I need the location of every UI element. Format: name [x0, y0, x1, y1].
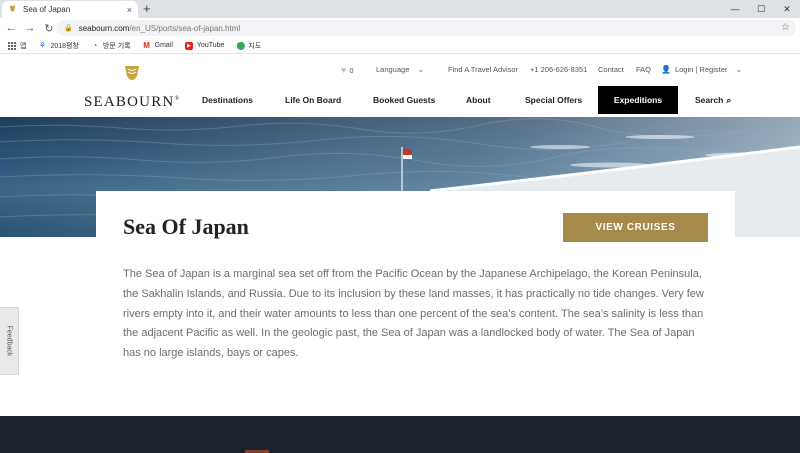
nav-label: About: [466, 95, 491, 105]
bookmark-label: 방문 기록: [102, 42, 131, 50]
browser-tab[interactable]: Sea of Japan ×: [2, 1, 138, 18]
bookmark-history[interactable]: ◔ 방문 기록: [91, 40, 131, 51]
browser-toolbar: ← → ↻ 🔒 seabourn.com /en_US/ports/sea-of…: [0, 18, 800, 38]
seabourn-favicon-icon: [9, 5, 16, 12]
browser-tabstrip: Sea of Japan × + — ☐ ✕: [0, 0, 800, 18]
url-path: /en_US/ports/sea-of-japan.html: [129, 23, 241, 33]
gmail-icon: M: [143, 40, 150, 50]
brand-name: SEABOURN®: [84, 94, 181, 110]
site-header: SEABOURN® ♥ 0 Language ⌄ Find A Travel A…: [0, 55, 800, 117]
login-label: Login | Register: [674, 65, 728, 74]
url-host: seabourn.com: [78, 23, 130, 33]
port-content-card: Sea Of Japan VIEW CRUISES The Sea of Jap…: [96, 191, 735, 416]
nav-label: Search: [695, 95, 724, 105]
nav-special-offers[interactable]: Special Offers: [525, 86, 582, 114]
search-icon: ⌕: [726, 94, 732, 105]
history-icon: ◔: [92, 40, 98, 50]
reload-icon[interactable]: ↻: [41, 22, 57, 35]
bookmark-youtube[interactable]: ▶ YouTube: [184, 41, 225, 50]
nav-label: Special Offers: [525, 95, 583, 105]
nav-search[interactable]: Search ⌕: [695, 86, 731, 114]
nav-about[interactable]: About: [466, 86, 491, 114]
new-tab-button[interactable]: +: [143, 1, 151, 17]
nav-expeditions[interactable]: Expeditions: [598, 86, 678, 114]
bookmark-apps[interactable]: 앱: [8, 41, 26, 51]
tab-close-icon[interactable]: ×: [127, 5, 132, 15]
find-advisor-label: Find A Travel Advisor: [448, 65, 519, 74]
lock-icon: 🔒: [64, 25, 73, 32]
seabourn-logo[interactable]: SEABOURN®: [84, 65, 180, 111]
nav-label: Destinations: [202, 95, 254, 105]
bookmark-pyeongchang[interactable]: ⚘ 2018평창: [38, 40, 79, 51]
favorites-count: 0: [349, 65, 354, 75]
login-register-link[interactable]: 👤 Login | Register ⌄: [661, 65, 742, 74]
language-label: Language: [376, 65, 410, 74]
user-icon: 👤: [661, 65, 671, 74]
feedback-label: Feedback: [5, 325, 13, 357]
pyeongchang-icon: ⚘: [38, 40, 47, 50]
favorites-link[interactable]: ♥ 0: [341, 65, 354, 75]
bookmark-label: 지도: [248, 42, 262, 50]
close-window-icon[interactable]: ✕: [774, 0, 800, 18]
address-bar[interactable]: 🔒 seabourn.com /en_US/ports/sea-of-japan…: [56, 20, 796, 36]
feedback-tab[interactable]: Feedback: [0, 307, 19, 375]
phone-link[interactable]: +1 206-626-8351: [530, 65, 587, 74]
forward-icon[interactable]: →: [22, 22, 38, 34]
heart-icon: ♥: [341, 65, 347, 75]
nav-label: Expeditions: [613, 95, 663, 105]
maximize-icon[interactable]: ☐: [748, 0, 774, 18]
window-controls: — ☐ ✕: [722, 0, 800, 18]
bookmark-gmail[interactable]: M Gmail: [143, 40, 173, 50]
chevron-down-icon: ⌄: [735, 65, 743, 74]
nav-label: Booked Guests: [373, 95, 436, 105]
contact-link[interactable]: Contact: [598, 65, 624, 74]
page-title: Sea Of Japan: [123, 214, 249, 239]
faq-label: FAQ: [636, 65, 652, 74]
view-cruises-button[interactable]: VIEW CRUISES: [563, 213, 708, 242]
bookmark-maps[interactable]: ⬤ 지도: [236, 41, 261, 51]
nav-booked-guests[interactable]: Booked Guests: [373, 86, 435, 114]
nav-life-on-board[interactable]: Life On Board: [285, 86, 341, 114]
back-icon[interactable]: ←: [3, 22, 19, 34]
bookmark-star-icon[interactable]: ☆: [781, 22, 790, 33]
youtube-icon: ▶: [184, 41, 193, 50]
bookmarks-bar: 앱 ⚘ 2018평창 ◔ 방문 기록 M Gmail ▶ YouTube ⬤ 지…: [0, 38, 800, 54]
bookmark-label: YouTube: [196, 42, 225, 49]
maps-icon: ⬤: [236, 40, 246, 50]
find-advisor-link[interactable]: Find A Travel Advisor: [448, 65, 518, 74]
minimize-icon[interactable]: —: [722, 0, 748, 18]
nav-label: Life On Board: [285, 95, 342, 105]
apps-grid-icon: [8, 41, 16, 50]
contact-label: Contact: [598, 65, 624, 74]
bookmark-label: Gmail: [154, 42, 173, 49]
faq-link[interactable]: FAQ: [636, 65, 651, 74]
phone-label: +1 206-626-8351: [530, 65, 588, 74]
tab-title: Sea of Japan: [23, 5, 71, 14]
bookmark-label: 2018평창: [50, 42, 79, 50]
nav-destinations[interactable]: Destinations: [202, 86, 253, 114]
language-dropdown[interactable]: Language ⌄: [376, 65, 424, 74]
port-description: The Sea of Japan is a marginal sea set o…: [123, 268, 704, 360]
seabourn-shell-icon: [125, 66, 139, 80]
bookmark-label: 앱: [20, 42, 27, 50]
chevron-down-icon: ⌄: [417, 65, 425, 74]
footer-band: [0, 416, 800, 453]
